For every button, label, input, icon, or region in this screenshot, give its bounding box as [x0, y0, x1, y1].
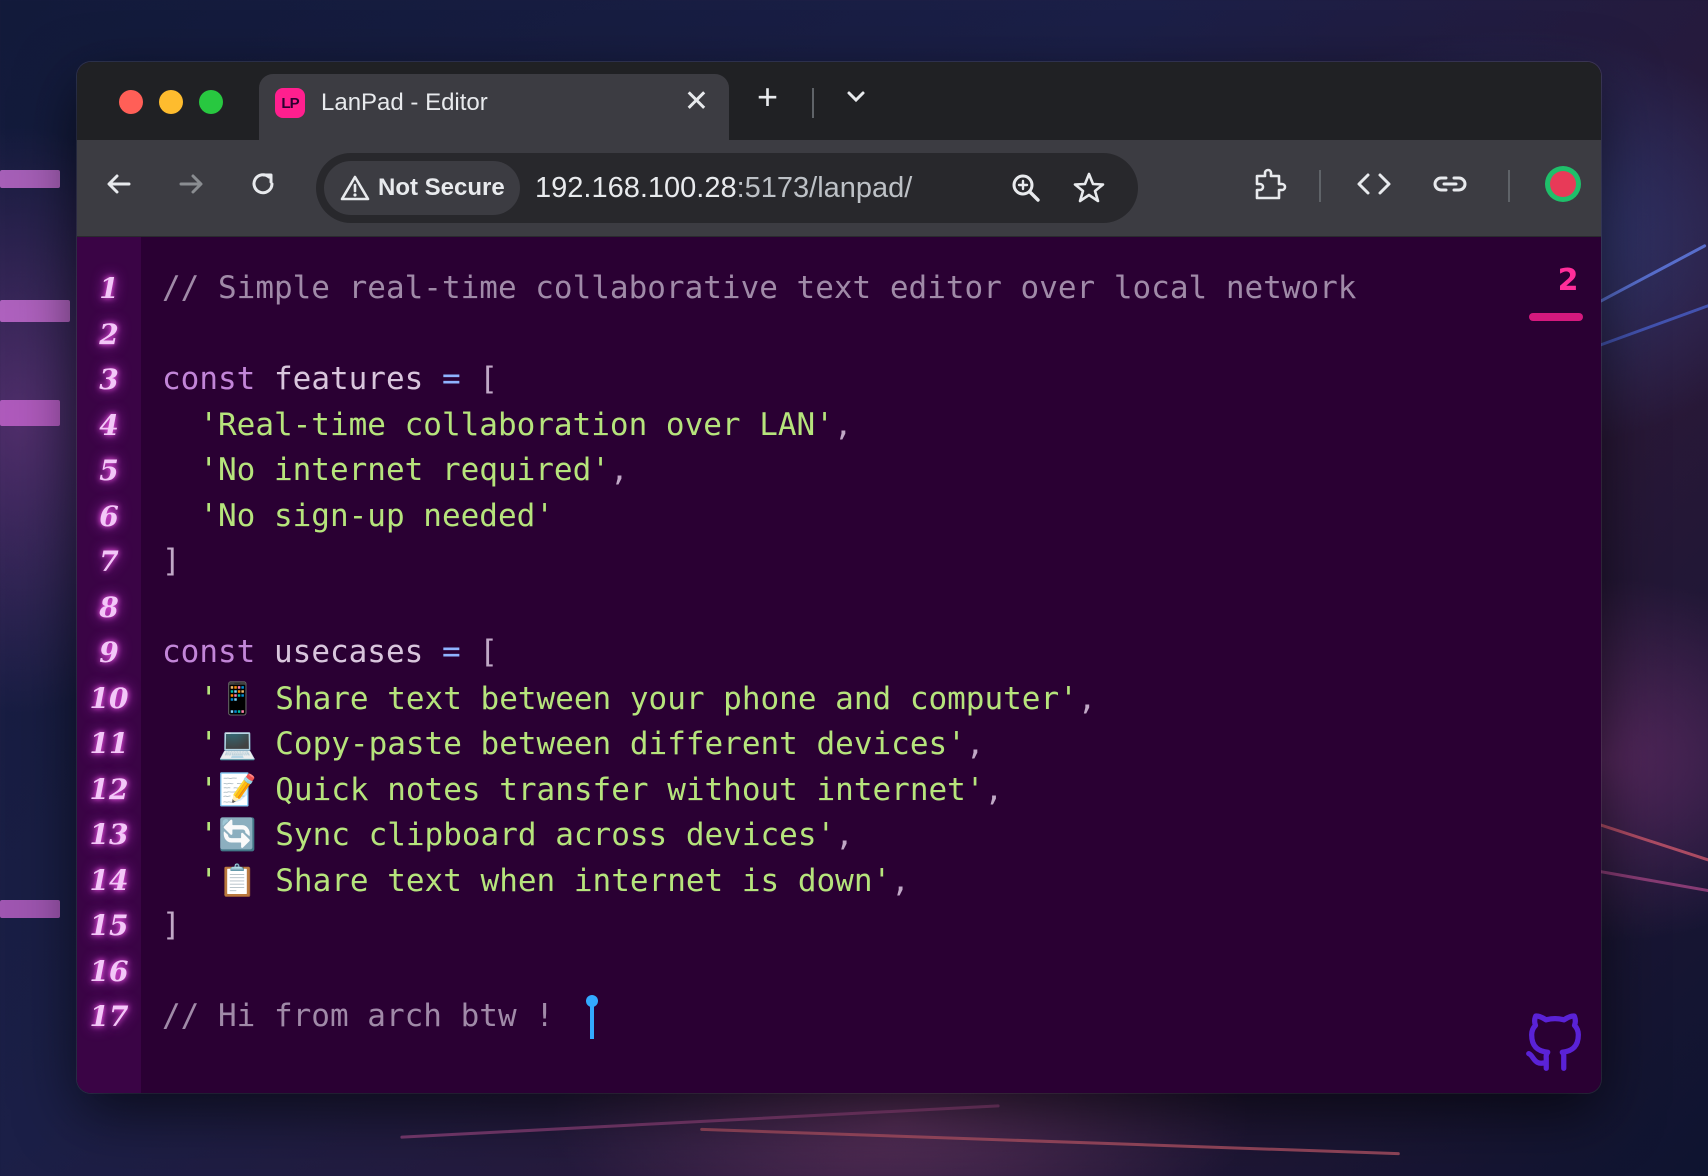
line-number: 2	[99, 318, 119, 351]
toolbar-divider	[1508, 170, 1510, 202]
code-line: 'No sign-up needed'	[162, 498, 554, 534]
punctuation: ,	[984, 772, 1004, 808]
forward-arrow-icon[interactable]	[169, 162, 213, 206]
code-line: const features = [	[162, 361, 498, 397]
identifier: usecases	[255, 634, 442, 670]
line-number: 9	[99, 636, 119, 669]
new-tab-button[interactable]: +	[757, 76, 778, 118]
string-literal: '🔄 Sync clipboard across devices'	[162, 817, 836, 853]
github-icon[interactable]	[1520, 1007, 1590, 1077]
tab-close-icon[interactable]: ✕	[684, 84, 709, 119]
punctuation: ,	[965, 726, 985, 762]
zoom-magnifier-icon[interactable]	[1009, 171, 1043, 210]
reload-icon[interactable]	[241, 162, 285, 206]
code-line: 'No internet required',	[162, 452, 629, 488]
punctuation: ,	[891, 863, 910, 899]
extensions-puzzle-icon[interactable]	[1247, 162, 1291, 206]
bracket: [	[460, 634, 498, 670]
line-number: 7	[99, 545, 119, 578]
close-window-button[interactable]	[119, 90, 143, 114]
operator: =	[441, 634, 461, 670]
bookmark-star-icon[interactable]	[1071, 170, 1107, 211]
security-label: Not Secure	[378, 174, 505, 201]
line-number: 13	[89, 818, 129, 851]
line-number: 11	[89, 727, 129, 760]
bracket: [	[460, 361, 498, 397]
tab-strip: LP LanPad - Editor ✕ +	[77, 62, 1601, 140]
lanpad-favicon-icon: LP	[275, 88, 305, 118]
code-line: '📱 Share text between your phone and com…	[162, 680, 1096, 717]
line-number: 10	[89, 682, 129, 715]
code-line: '💻 Copy-paste between different devices'…	[162, 725, 984, 762]
string-literal: '💻 Copy-paste between different devices'	[162, 726, 966, 762]
connected-users-count: 2	[1557, 263, 1579, 298]
code-line: // Simple real-time collaborative text e…	[162, 270, 1357, 306]
line-number: 3	[99, 363, 119, 396]
code-line: '🔄 Sync clipboard across devices',	[162, 816, 854, 853]
toolbar-divider	[1319, 170, 1321, 202]
line-number: 8	[99, 591, 119, 624]
line-number: 15	[89, 909, 129, 942]
keyword: const	[162, 361, 256, 397]
punctuation: ,	[833, 407, 853, 443]
tab-title: LanPad - Editor	[321, 89, 488, 116]
security-chip[interactable]: Not Secure	[324, 161, 520, 215]
browser-toolbar: Not Secure 192.168.100.28:5173/lanpad/	[77, 140, 1601, 237]
line-number-gutter: 1 2 3 4 5 6 7 8 9 10 11 12 13 14 15 16 1…	[77, 237, 141, 1093]
string-literal: 'No internet required'	[162, 452, 610, 488]
code-line: '📝 Quick notes transfer without internet…	[162, 771, 1003, 808]
url-path: :5173/lanpad/	[736, 172, 913, 204]
string-literal: '📋 Share text when internet is down'	[162, 863, 892, 899]
string-literal: 'Real-time collaboration over LAN'	[162, 407, 834, 443]
line-number: 1	[99, 272, 119, 305]
code-line: '📋 Share text when internet is down',	[162, 862, 910, 899]
punctuation: ,	[609, 452, 629, 488]
code-line: // Hi from arch btw !	[162, 998, 554, 1034]
tab-lanpad-editor[interactable]: LP LanPad - Editor ✕	[259, 74, 729, 140]
zoom-window-button[interactable]	[199, 90, 223, 114]
operator: =	[441, 361, 461, 397]
line-number: 4	[99, 409, 119, 442]
profile-avatar[interactable]	[1541, 162, 1585, 206]
code-line: ]	[162, 907, 181, 943]
line-number: 14	[89, 864, 129, 897]
connected-users-indicator	[1529, 313, 1583, 321]
string-literal: '📝 Quick notes transfer without internet…	[162, 772, 985, 808]
line-number: 16	[89, 955, 129, 988]
line-number: 6	[99, 500, 119, 533]
avatar-ring-icon	[1545, 166, 1581, 202]
code-line: 'Real-time collaboration over LAN',	[162, 407, 853, 443]
tab-search-chevron-down-icon[interactable]	[841, 82, 871, 112]
code-line: ]	[162, 543, 181, 579]
punctuation: ,	[1077, 681, 1097, 717]
identifier: features	[255, 361, 442, 397]
tab-divider	[812, 88, 814, 118]
string-literal: '📱 Share text between your phone and com…	[162, 681, 1078, 717]
warning-triangle-icon	[340, 174, 370, 202]
link-icon[interactable]	[1428, 162, 1472, 206]
url-host: 192.168.100.28	[535, 172, 737, 204]
address-bar[interactable]: Not Secure 192.168.100.28:5173/lanpad/	[316, 153, 1138, 223]
keyword: const	[162, 634, 256, 670]
code-editor[interactable]: 1 2 3 4 5 6 7 8 9 10 11 12 13 14 15 16 1…	[77, 237, 1601, 1093]
line-number: 12	[89, 773, 129, 806]
browser-window: LP LanPad - Editor ✕ + Not Secure 192.16…	[77, 62, 1601, 1093]
url-text[interactable]: 192.168.100.28:5173/lanpad/	[535, 172, 912, 205]
line-number: 5	[99, 454, 119, 487]
punctuation: ,	[835, 817, 854, 853]
code-brackets-icon[interactable]	[1352, 162, 1396, 206]
back-arrow-icon[interactable]	[97, 162, 141, 206]
code-line: const usecases = [	[162, 634, 498, 670]
minimize-window-button[interactable]	[159, 90, 183, 114]
text-cursor	[590, 1001, 594, 1039]
line-number: 17	[89, 1000, 129, 1033]
